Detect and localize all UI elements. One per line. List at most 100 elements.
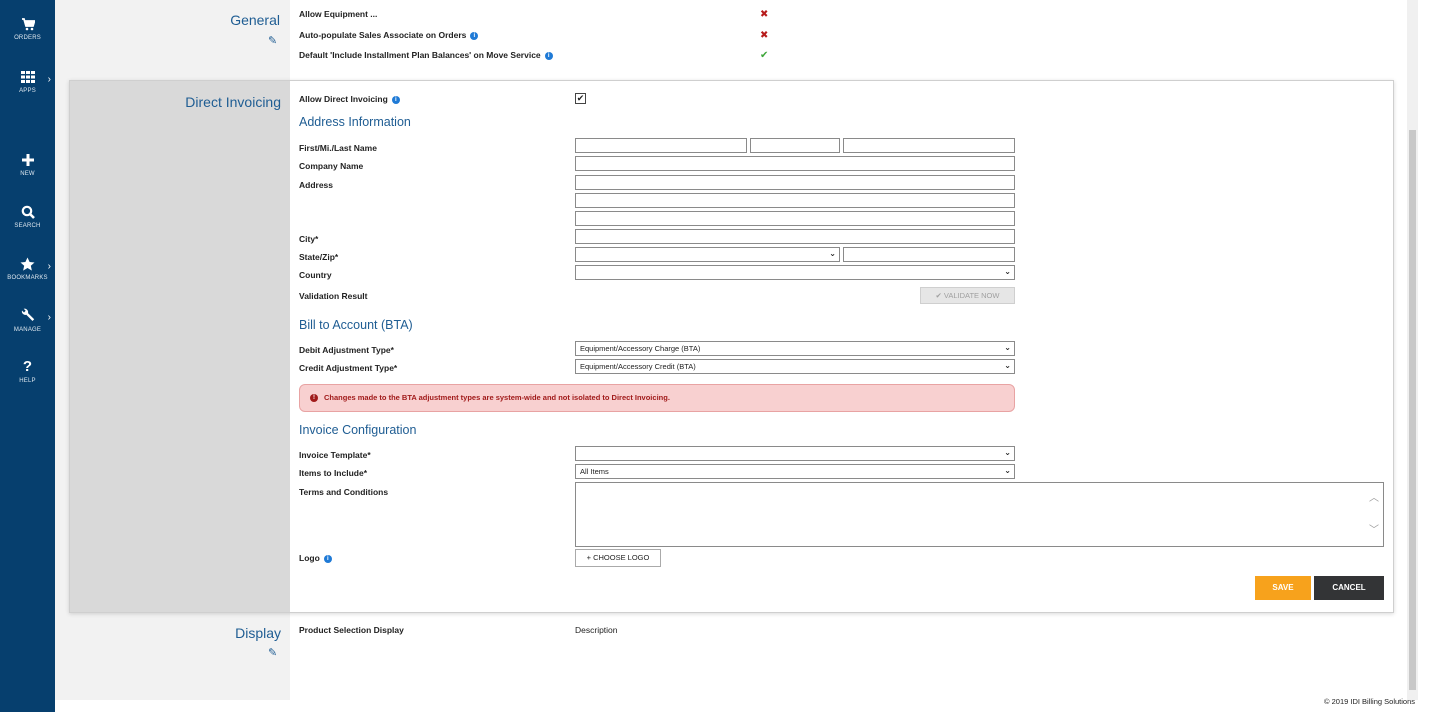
items-to-include-select[interactable]: All Items ⌄ — [575, 464, 1015, 479]
direct-invoicing-section-title: Direct Invoicing — [185, 94, 281, 110]
invoice-template-label: Invoice Template* — [299, 450, 371, 460]
chevron-down-icon: ⌄ — [1004, 448, 1011, 457]
nav-label: ORDERS — [14, 35, 41, 41]
grid-icon — [20, 71, 35, 83]
question-icon: ? — [22, 358, 33, 375]
scroll-down-icon[interactable]: ﹀ — [1369, 521, 1379, 536]
footer-copyright: © 2019 IDI Billing Solutions — [1324, 697, 1415, 706]
address-line-2-field[interactable] — [575, 193, 1015, 208]
terms-and-conditions-textarea[interactable]: ︿ ﹀ — [575, 482, 1384, 547]
general-row-label: Default 'Include Installment Plan Balanc… — [299, 50, 553, 60]
nav-manage[interactable]: › MANAGE — [0, 308, 55, 333]
city-field[interactable] — [575, 229, 1015, 244]
city-label: City* — [299, 234, 319, 244]
nav-help[interactable]: ? HELP — [0, 358, 55, 384]
chevron-down-icon: ⌄ — [1004, 466, 1011, 475]
plus-icon — [21, 154, 34, 166]
info-icon[interactable]: i — [544, 51, 553, 60]
bta-warning-alert: ! Changes made to the BTA adjustment type… — [299, 384, 1015, 412]
chevron-right-icon: › — [47, 261, 51, 272]
chevron-down-icon: ⌄ — [1004, 267, 1011, 276]
nav-label: APPS — [19, 88, 36, 94]
country-select[interactable]: ⌄ — [575, 265, 1015, 280]
product-selection-display-label: Product Selection Display — [299, 625, 404, 635]
state-zip-label: State/Zip* — [299, 252, 339, 262]
save-button[interactable]: SAVE — [1255, 576, 1311, 600]
name-label: First/Mi./Last Name — [299, 143, 377, 153]
middle-initial-field[interactable] — [750, 138, 840, 153]
nav-label: BOOKMARKS — [7, 275, 48, 281]
scroll-up-icon[interactable]: ︿ — [1369, 489, 1379, 504]
wrench-icon — [21, 308, 35, 321]
general-section-title: General — [230, 12, 280, 28]
direct-invoicing-label-column — [70, 81, 290, 612]
company-name-label: Company Name — [299, 161, 364, 171]
items-to-include-label: Items to Include* — [299, 468, 368, 478]
address-line-1-field[interactable] — [575, 175, 1015, 190]
page-scrollbar-thumb[interactable] — [1409, 130, 1416, 690]
validate-now-button[interactable]: ✔ VALIDATE NOW — [920, 287, 1015, 304]
credit-adjustment-value: Equipment/Accessory Credit (BTA) — [580, 362, 696, 371]
allow-direct-invoicing-label: Allow Direct Invoicing i — [299, 94, 400, 104]
general-row-label-text: Auto-populate Sales Associate on Orders — [299, 30, 467, 40]
bta-heading: Bill to Account (BTA) — [299, 318, 413, 332]
info-icon[interactable]: i — [470, 31, 479, 40]
alert-icon: ! — [310, 394, 318, 403]
chevron-right-icon: › — [47, 74, 51, 85]
country-label: Country — [299, 270, 332, 280]
allow-direct-invoicing-label-text: Allow Direct Invoicing — [299, 94, 388, 104]
nav-bookmarks[interactable]: › BOOKMARKS — [0, 257, 55, 281]
status-disabled-icon: ✖ — [760, 30, 769, 41]
chevron-down-icon: ⌄ — [1004, 343, 1011, 352]
display-edit-pencil-icon[interactable]: ✎ — [268, 646, 277, 659]
debit-adjustment-value: Equipment/Accessory Charge (BTA) — [580, 344, 701, 353]
invoice-configuration-heading: Invoice Configuration — [299, 423, 417, 437]
chevron-right-icon: › — [47, 312, 51, 323]
nav-label: NEW — [20, 171, 35, 177]
general-edit-pencil-icon[interactable]: ✎ — [268, 34, 277, 47]
zip-field[interactable] — [843, 247, 1015, 262]
cart-icon — [21, 18, 35, 31]
cancel-button[interactable]: CANCEL — [1314, 576, 1384, 600]
nav-label: HELP — [19, 378, 36, 384]
terms-and-conditions-label: Terms and Conditions — [299, 487, 389, 497]
invoice-template-select[interactable]: ⌄ — [575, 446, 1015, 461]
nav-new[interactable]: NEW — [0, 153, 55, 177]
chevron-down-icon: ⌄ — [1004, 361, 1011, 370]
logo-label: Logo i — [299, 553, 332, 563]
allow-direct-invoicing-checkbox[interactable]: ✔ — [575, 93, 586, 104]
general-row-label: Allow Equipment ... — [299, 9, 378, 19]
display-section-title: Display — [235, 625, 281, 641]
star-icon — [20, 257, 35, 271]
nav-apps[interactable]: › APPS — [0, 70, 55, 94]
address-information-heading: Address Information — [299, 115, 411, 129]
general-row-label-text: Default 'Include Installment Plan Balanc… — [299, 50, 541, 60]
nav-label: MANAGE — [13, 327, 42, 333]
first-name-field[interactable] — [575, 138, 747, 153]
status-disabled-icon: ✖ — [760, 9, 769, 20]
debit-adjustment-select[interactable]: Equipment/Accessory Charge (BTA) ⌄ — [575, 341, 1015, 356]
state-select[interactable]: ⌄ — [575, 247, 840, 262]
address-label: Address — [299, 180, 334, 190]
debit-adjustment-label: Debit Adjustment Type* — [299, 345, 394, 355]
status-enabled-icon: ✔ — [760, 50, 769, 61]
sidebar-nav: ORDERS › APPS NEW SEARCH › BOOKMARKS › M… — [0, 0, 55, 712]
items-to-include-value: All Items — [580, 467, 609, 476]
logo-label-text: Logo — [299, 553, 320, 563]
info-icon[interactable]: i — [391, 95, 400, 104]
address-line-3-field[interactable] — [575, 211, 1015, 226]
credit-adjustment-label: Credit Adjustment Type* — [299, 363, 398, 373]
nav-search[interactable]: SEARCH — [0, 205, 55, 229]
nav-label: SEARCH — [14, 223, 41, 229]
info-icon[interactable]: i — [323, 554, 332, 563]
validation-result-label: Validation Result — [299, 291, 368, 301]
credit-adjustment-select[interactable]: Equipment/Accessory Credit (BTA) ⌄ — [575, 359, 1015, 374]
company-name-field[interactable] — [575, 156, 1015, 171]
choose-logo-button[interactable]: + CHOOSE LOGO — [575, 549, 661, 567]
last-name-field[interactable] — [843, 138, 1015, 153]
chevron-down-icon: ⌄ — [829, 249, 836, 258]
bta-warning-text: Changes made to the BTA adjustment types… — [324, 393, 670, 402]
nav-orders[interactable]: ORDERS — [0, 17, 55, 41]
search-icon — [21, 205, 35, 219]
product-selection-display-value: Description — [575, 625, 618, 635]
